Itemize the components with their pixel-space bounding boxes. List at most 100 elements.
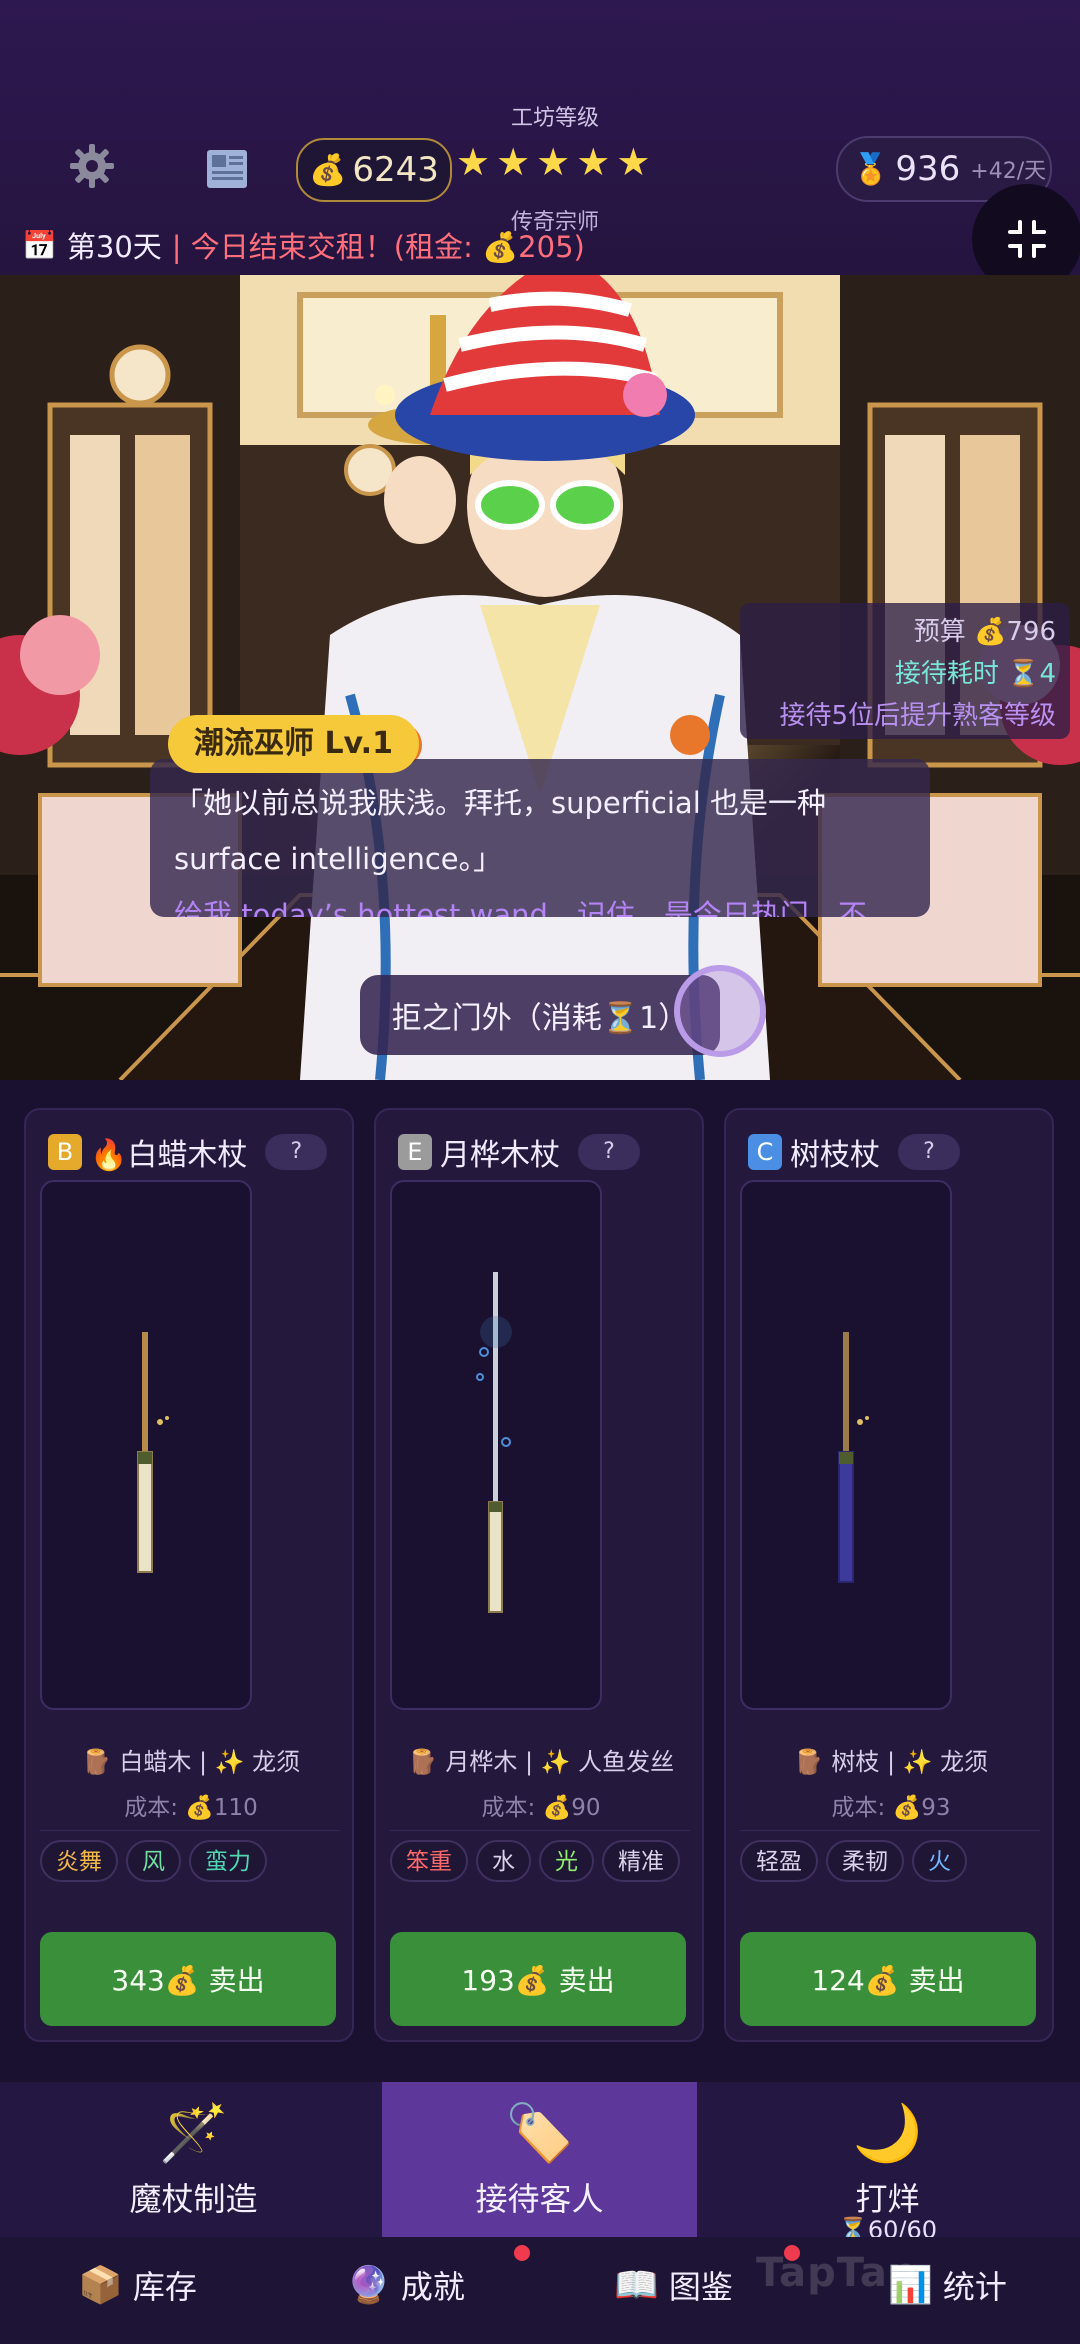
sell-button[interactable]: 343💰 卖出 <box>40 1932 336 2026</box>
wand-card[interactable]: B 🔥白蜡木杖 ? 🪵 白蜡木 | ✨ 龙须 成本: 💰110 炎舞 风 蛮力 … <box>24 1108 354 2042</box>
trait-tag[interactable]: 炎舞 <box>40 1840 118 1882</box>
wand-cost: 成本: 💰110 <box>124 1795 258 1821</box>
reputation-rate: +42/天 <box>970 159 1047 184</box>
wand-offer-area: B 🔥白蜡木杖 ? 🪵 白蜡木 | ✨ 龙须 成本: 💰110 炎舞 风 蛮力 … <box>0 1080 1080 2080</box>
taptap-watermark: TapTap <box>756 2250 918 2296</box>
wand-materials: 🪵 白蜡木 | ✨ 龙须 <box>81 1748 301 1776</box>
medal-icon: 🏅 <box>852 151 890 187</box>
wand-card-header: C 树枝杖 ? <box>748 1130 960 1174</box>
divider <box>740 1830 1040 1831</box>
nav-label: 接待客人 <box>475 2180 604 2218</box>
workshop-level-label: 工坊等级 <box>510 106 599 131</box>
trait-tag[interactable]: 柔韧 <box>826 1840 904 1882</box>
wand-card[interactable]: E 月桦木杖 ? 🪵 月桦木 | ✨ 人鱼发丝 成本: 💰90 笨重 水 光 精… <box>374 1108 704 2042</box>
wand-info-button[interactable]: ? <box>898 1134 960 1170</box>
nav-label: 魔杖制造 <box>129 2180 258 2218</box>
tap-indicator-ring <box>674 965 766 1057</box>
dialog-line: 「她以前总说我肤浅。拜托，superficial 也是一种 <box>174 786 826 820</box>
star-icon: ★ <box>536 140 571 184</box>
workshop-level-stars: ★ ★ ★ ★ ★ <box>456 138 650 186</box>
calendar-icon: 📅 <box>22 228 57 262</box>
wand-card-header: E 月桦木杖 ? <box>398 1130 640 1174</box>
grade-badge: C <box>748 1134 782 1170</box>
dialog-line: surface intelligence。」 <box>174 842 503 876</box>
wand-traits: 笨重 水 光 精准 <box>390 1840 680 1882</box>
trait-tag[interactable]: 风 <box>126 1840 181 1882</box>
wand-info-button[interactable]: ? <box>265 1134 328 1170</box>
grade-badge: E <box>398 1134 432 1170</box>
nav-label: 图鉴 <box>668 2268 733 2306</box>
open-book-icon: 📖 <box>614 2265 659 2306</box>
nav-receive-customers[interactable]: 🏷️ 接待客人 <box>382 2082 697 2237</box>
money-bag-icon: 💰 <box>309 152 347 188</box>
sell-button[interactable]: 193💰 卖出 <box>390 1932 686 2026</box>
star-icon: ★ <box>576 140 611 184</box>
regular-upgrade-hint: 接待5位后提升熟客等级 <box>779 701 1056 731</box>
nav-wand-crafting[interactable]: 🪄 魔杖制造 <box>36 2082 351 2237</box>
nav-encyclopedia[interactable]: 📖 图鉴 <box>614 2257 733 2313</box>
refuse-customer-button[interactable]: 拒之门外（消耗⏳1） <box>360 975 720 1055</box>
nav-label: 打烊 <box>855 2180 920 2218</box>
twig-wand-icon <box>838 1332 869 1583</box>
wand-card-header: B 🔥白蜡木杖 ? <box>48 1130 328 1174</box>
dialog-request-line: 给我 today’s hottest wand。记住，是今日热门，不 <box>174 898 867 917</box>
nav-label: 成就 <box>400 2268 465 2306</box>
nav-label: 统计 <box>942 2268 1007 2306</box>
star-icon: ★ <box>616 140 651 184</box>
rent-notice: | 今日结束交租！(租金: 💰205) <box>171 230 585 264</box>
nav-achievements[interactable]: 🔮 成就 <box>346 2257 465 2313</box>
trait-tag[interactable]: 笨重 <box>390 1840 468 1882</box>
notification-dot <box>514 2245 530 2261</box>
wand-name: 🔥白蜡木杖 <box>90 1138 248 1173</box>
moon-birch-wand-icon <box>476 1272 512 1613</box>
star-icon: ★ <box>456 140 491 184</box>
wand-name: 树枝杖 <box>790 1138 880 1173</box>
trait-tag[interactable]: 轻盈 <box>740 1840 818 1882</box>
newspaper-icon[interactable] <box>204 146 250 192</box>
wand-preview <box>40 1180 252 1710</box>
ash-wand-icon <box>137 1332 169 1573</box>
divider <box>390 1830 690 1831</box>
gold-counter: 💰 6243 <box>296 138 452 202</box>
trait-tag[interactable]: 水 <box>476 1840 531 1882</box>
price-tag-icon: 🏷️ <box>504 2101 575 2166</box>
wand-cost: 成本: 💰90 <box>481 1795 601 1821</box>
wand-traits: 轻盈 柔韧 火 <box>740 1840 967 1882</box>
customer-info-panel: 预算 💰796 接待耗时 ⏳4 接待5位后提升熟客等级 <box>740 603 1070 739</box>
nav-inventory[interactable]: 📦 库存 <box>78 2257 197 2313</box>
wand-traits: 炎舞 风 蛮力 <box>40 1840 267 1882</box>
wand-preview <box>740 1180 952 1710</box>
box-icon: 📦 <box>78 2265 123 2306</box>
day-counter: 第30天 <box>66 230 162 264</box>
wand-materials: 🪵 树枝 | ✨ 龙须 <box>793 1748 989 1776</box>
gold-amount: 6243 <box>352 150 439 190</box>
secondary-navigation: 📦 库存 🔮 成就 📖 图鉴 📊 统计 <box>0 2237 1080 2344</box>
wand-card[interactable]: C 树枝杖 ? 🪵 树枝 | ✨ 龙须 成本: 💰93 轻盈 柔韧 火 124💰… <box>724 1108 1054 2042</box>
day-status: 📅 第30天 | 今日结束交租！(租金: 💰205) <box>22 224 585 266</box>
moon-icon: 🌙 <box>852 2101 923 2166</box>
nav-close-shop[interactable]: 🌙 打烊 ⏳60/60 <box>730 2082 1045 2244</box>
trait-tag[interactable]: 精准 <box>602 1840 680 1882</box>
magic-wand-icon: 🪄 <box>158 2101 229 2166</box>
trait-tag[interactable]: 火 <box>912 1840 967 1882</box>
settings-gear-icon[interactable] <box>68 142 116 190</box>
nav-label: 库存 <box>132 2268 197 2306</box>
collapse-arrows-icon <box>1008 220 1046 258</box>
wand-info-button[interactable]: ? <box>578 1134 640 1170</box>
sell-button[interactable]: 124💰 卖出 <box>740 1932 1036 2026</box>
main-navigation: 🪄 魔杖制造 🏷️ 接待客人 🌙 打烊 ⏳60/60 <box>0 2082 1080 2244</box>
reception-time-text: 接待耗时 ⏳4 <box>894 659 1056 689</box>
divider <box>40 1830 340 1831</box>
star-icon: ★ <box>496 140 531 184</box>
wand-name: 月桦木杖 <box>440 1138 560 1173</box>
crystal-ball-icon: 🔮 <box>346 2265 391 2306</box>
top-bar: 💰 6243 工坊等级 ★ ★ ★ ★ ★ 传奇宗师 🏅 936 +42/天 📅… <box>0 0 1080 294</box>
wand-materials: 🪵 月桦木 | ✨ 人鱼发丝 <box>407 1748 675 1776</box>
shop-scene: 预算 💰796 接待耗时 ⏳4 接待5位后提升熟客等级 潮流巫师 Lv.1 「她… <box>0 275 1080 1080</box>
wand-cost: 成本: 💰93 <box>831 1795 951 1821</box>
trait-tag[interactable]: 蛮力 <box>189 1840 267 1882</box>
trait-tag[interactable]: 光 <box>539 1840 594 1882</box>
customer-dialog-box[interactable]: 「她以前总说我肤浅。拜托，superficial 也是一种 surface in… <box>150 759 930 917</box>
wand-preview <box>390 1180 602 1710</box>
budget-text: 预算 💰796 <box>913 617 1056 647</box>
